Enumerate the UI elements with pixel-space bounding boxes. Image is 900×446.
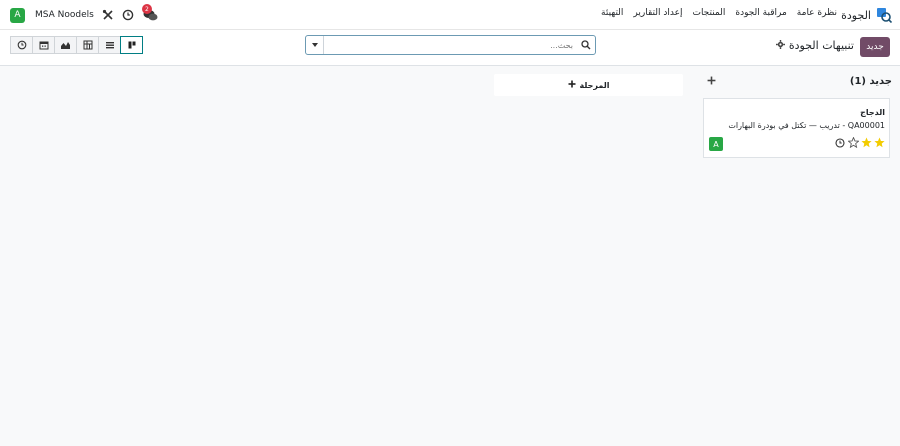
main-menu: نظرة عامة مراقبة الجودة المنتجات إعداد ا… xyxy=(601,8,837,18)
kanban-icon xyxy=(128,41,135,49)
activity-clock-icon[interactable] xyxy=(835,138,845,151)
search-options-toggle[interactable] xyxy=(306,36,324,54)
view-switcher xyxy=(10,36,143,54)
kanban-card[interactable]: الدجاج QA00001 - تدريب — تكتل في بودرة ا… xyxy=(703,98,890,158)
top-navbar: الجودة نظرة عامة مراقبة الجودة المنتجات … xyxy=(0,0,900,30)
app-brand[interactable]: الجودة xyxy=(841,6,893,24)
user-avatar[interactable]: A xyxy=(10,7,25,23)
column-title[interactable]: جديد (1) xyxy=(850,76,892,87)
search-icon[interactable] xyxy=(577,36,595,54)
systray: A MSA Noodels 2 xyxy=(10,4,158,24)
pivot-icon xyxy=(83,40,92,50)
app-title: الجودة xyxy=(841,8,871,22)
caret-down-icon xyxy=(311,43,318,47)
star-filled-icon[interactable] xyxy=(874,137,885,148)
area-chart-icon xyxy=(61,42,70,49)
menu-item-products[interactable]: المنتجات xyxy=(692,8,725,18)
menu-item-configuration[interactable]: التهيئة xyxy=(601,8,623,18)
pivot-view-button[interactable] xyxy=(76,36,99,54)
discuss-button[interactable]: 2 xyxy=(141,4,158,22)
star-filled-icon[interactable] xyxy=(861,137,872,148)
add-stage-label: المرحلة xyxy=(579,80,610,90)
page-title: تنبيهات الجودة xyxy=(788,39,854,52)
menu-item-quality-control[interactable]: مراقبة الجودة xyxy=(735,8,786,18)
calendar-view-button[interactable] xyxy=(32,36,55,54)
clock-icon[interactable] xyxy=(122,9,134,21)
activity-view-button[interactable] xyxy=(10,36,33,54)
priority-stars[interactable] xyxy=(848,137,885,148)
list-view-button[interactable] xyxy=(98,36,121,54)
list-icon xyxy=(105,42,114,49)
search-input[interactable] xyxy=(324,37,577,53)
menu-item-overview[interactable]: نظرة عامة xyxy=(797,8,837,18)
new-button[interactable]: جديد xyxy=(860,37,890,57)
gear-icon[interactable] xyxy=(775,39,785,52)
control-panel: جديد تنبيهات الجودة xyxy=(0,30,900,66)
star-empty-icon[interactable] xyxy=(848,137,859,148)
company-switcher[interactable]: MSA Noodels xyxy=(35,10,94,20)
kanban-view-button[interactable] xyxy=(120,36,143,54)
plus-icon xyxy=(568,80,576,90)
calendar-icon xyxy=(39,41,48,50)
clock-icon xyxy=(17,40,26,50)
card-title: الدجاج xyxy=(860,108,885,117)
quick-create-plus-icon[interactable] xyxy=(707,74,716,88)
quality-app-icon xyxy=(876,7,893,24)
search-bar xyxy=(305,35,596,55)
card-description: QA00001 - تدريب — تكتل في بودرة البهارات xyxy=(728,121,885,130)
add-stage-button[interactable]: المرحلة xyxy=(494,74,683,96)
assignee-avatar[interactable]: A xyxy=(709,137,723,151)
tools-icon[interactable] xyxy=(102,9,114,21)
page-title-group: تنبيهات الجودة xyxy=(775,39,854,52)
kanban-column-header: جديد (1) xyxy=(707,76,892,92)
graph-view-button[interactable] xyxy=(54,36,77,54)
menu-item-reporting[interactable]: إعداد التقارير xyxy=(633,8,682,18)
chat-badge: 2 xyxy=(141,4,152,14)
kanban-board: المرحلة جديد (1) الدجاج QA00001 - تدريب … xyxy=(0,66,900,446)
